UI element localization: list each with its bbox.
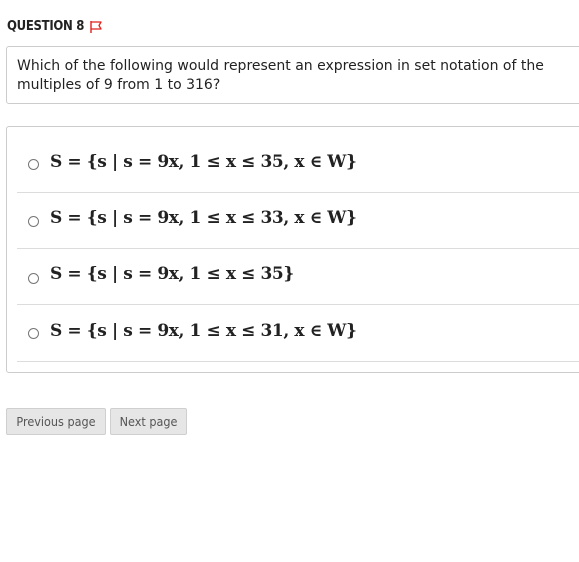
answer-options: S = {s | s = 9x, 1 ≤ x ≤ 35, x ∈ W} S = … (6, 126, 579, 373)
answer-option[interactable]: S = {s | s = 9x, 1 ≤ x ≤ 35} (17, 249, 579, 305)
radio-button[interactable] (28, 159, 39, 170)
radio-button[interactable] (28, 273, 39, 284)
question-header: QUESTION 8 (7, 19, 103, 34)
flag-icon[interactable] (89, 20, 103, 34)
option-expression: S = {s | s = 9x, 1 ≤ x ≤ 33, x ∈ W} (50, 208, 357, 228)
radio-button[interactable] (28, 216, 39, 227)
question-text: Which of the following would represent a… (17, 58, 544, 93)
question-number: QUESTION 8 (7, 19, 85, 34)
question-box: Which of the following would represent a… (6, 46, 579, 104)
next-page-button[interactable]: Next page (110, 408, 187, 435)
option-expression: S = {s | s = 9x, 1 ≤ x ≤ 31, x ∈ W} (50, 321, 357, 341)
radio-button[interactable] (28, 328, 39, 339)
option-expression: S = {s | s = 9x, 1 ≤ x ≤ 35, x ∈ W} (50, 152, 357, 172)
option-expression: S = {s | s = 9x, 1 ≤ x ≤ 35} (50, 264, 294, 284)
previous-page-button[interactable]: Previous page (6, 408, 106, 435)
answer-option[interactable]: S = {s | s = 9x, 1 ≤ x ≤ 35, x ∈ W} (17, 137, 579, 193)
answer-option[interactable]: S = {s | s = 9x, 1 ≤ x ≤ 31, x ∈ W} (17, 306, 579, 362)
answer-option[interactable]: S = {s | s = 9x, 1 ≤ x ≤ 33, x ∈ W} (17, 193, 579, 249)
